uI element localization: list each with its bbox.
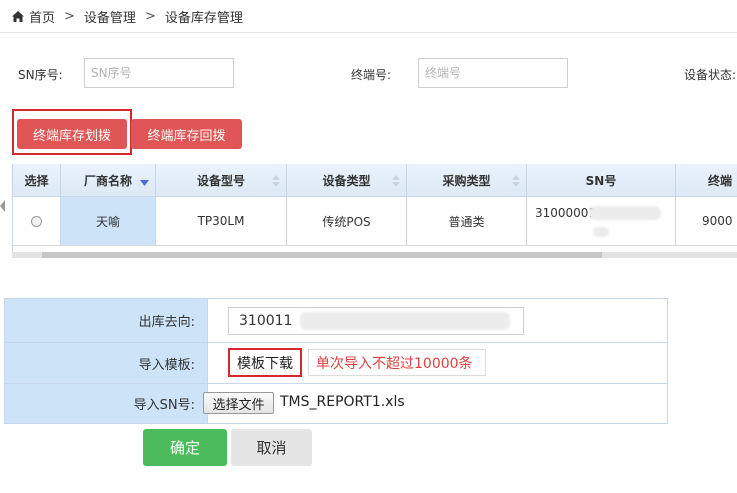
scrollbar-thumb[interactable] [42, 252, 602, 258]
device-status-label: 设备状态: [684, 68, 737, 82]
row-radio[interactable] [31, 215, 42, 227]
column-header-model[interactable]: 设备型号 [156, 164, 287, 196]
breadcrumb-device-management[interactable]: 设备管理 [84, 7, 136, 26]
device-table: 选择 厂商名称 设备型号 设备类型 采购类型 SN号 终端 天喻 TP30LM … [12, 164, 737, 254]
sn-value: 31000001 [535, 206, 597, 220]
column-header-sn[interactable]: SN号 [527, 164, 676, 196]
selected-file-name: TMS_REPORT1.xls [280, 394, 405, 410]
collapse-left-icon[interactable] [0, 200, 5, 212]
destination-label: 出库去向: [5, 299, 208, 342]
table-header: 选择 厂商名称 设备型号 设备类型 采购类型 SN号 终端 [13, 164, 737, 197]
sn-cell: 31000001 [527, 197, 676, 245]
column-header-device-type[interactable]: 设备类型 [287, 164, 407, 196]
breadcrumb-home[interactable]: 首页 [29, 7, 55, 26]
choose-file-button[interactable]: 选择文件 [203, 392, 274, 414]
redacted-blur [589, 206, 661, 220]
device-type-cell: 传统POS [287, 197, 407, 245]
breadcrumb-current: 设备库存管理 [164, 10, 243, 26]
column-header-device-type-label: 设备类型 [322, 173, 371, 188]
breadcrumb: 首页 > 设备管理 > 设备库存管理 [0, 0, 737, 33]
destination-cell: 310011 [208, 299, 667, 342]
import-limit-hint: 单次导入不超过10000条 [308, 349, 486, 376]
model-cell: TP30LM [156, 197, 287, 245]
terminal-label: 终端号: [351, 68, 392, 82]
column-header-vendor-label: 厂商名称 [83, 173, 132, 188]
destination-value: 310011 [239, 313, 293, 329]
column-header-purchase-type-label: 采购类型 [442, 173, 491, 188]
sn-input[interactable] [84, 58, 234, 88]
column-header-terminal[interactable]: 终端 [676, 164, 737, 196]
breadcrumb-separator: > [144, 8, 156, 24]
import-form: 出库去向: 310011 导入模板: 模板下载 单次导入不超过10000条 导入… [4, 298, 668, 424]
purchase-type-cell: 普通类 [407, 197, 527, 245]
allocate-stock-button[interactable]: 终端库存划拨 [17, 119, 127, 149]
template-download-link[interactable]: 模板下载 [228, 348, 302, 377]
template-row: 导入模板: 模板下载 单次导入不超过10000条 [5, 343, 667, 384]
vendor-cell: 天喻 [61, 197, 156, 245]
confirm-button[interactable]: 确定 [143, 429, 227, 466]
column-header-purchase-type[interactable]: 采购类型 [407, 164, 527, 196]
row-select-cell[interactable] [13, 197, 61, 245]
redacted-blur [300, 312, 510, 330]
template-cell: 模板下载 单次导入不超过10000条 [208, 343, 667, 383]
cancel-button[interactable]: 取消 [231, 429, 312, 466]
table-row[interactable]: 天喻 TP30LM 传统POS 普通类 31000001 9000 [13, 197, 737, 246]
sn-import-label: 导入SN号: [5, 384, 208, 423]
column-header-model-label: 设备型号 [196, 173, 245, 188]
home-icon[interactable] [12, 10, 24, 22]
sn-import-cell: 选择文件 TMS_REPORT1.xls [203, 384, 667, 423]
sort-icon[interactable] [512, 175, 520, 187]
redacted-blur [593, 227, 609, 237]
sn-label: SN序号: [18, 68, 63, 82]
destination-row: 出库去向: 310011 [5, 299, 667, 343]
column-header-select[interactable]: 选择 [13, 164, 61, 196]
terminal-input[interactable] [418, 58, 568, 88]
sort-desc-icon[interactable] [140, 180, 149, 186]
breadcrumb-separator: > [64, 8, 75, 24]
sort-icon[interactable] [392, 175, 400, 187]
sn-import-row: 导入SN号: 选择文件 TMS_REPORT1.xls [5, 384, 667, 423]
template-label: 导入模板: [5, 343, 208, 383]
column-header-vendor[interactable]: 厂商名称 [61, 164, 156, 196]
recall-stock-button[interactable]: 终端库存回拨 [131, 119, 242, 149]
sort-icon[interactable] [272, 175, 280, 187]
terminal-cell: 9000 [676, 197, 737, 245]
horizontal-scrollbar[interactable] [12, 252, 737, 258]
